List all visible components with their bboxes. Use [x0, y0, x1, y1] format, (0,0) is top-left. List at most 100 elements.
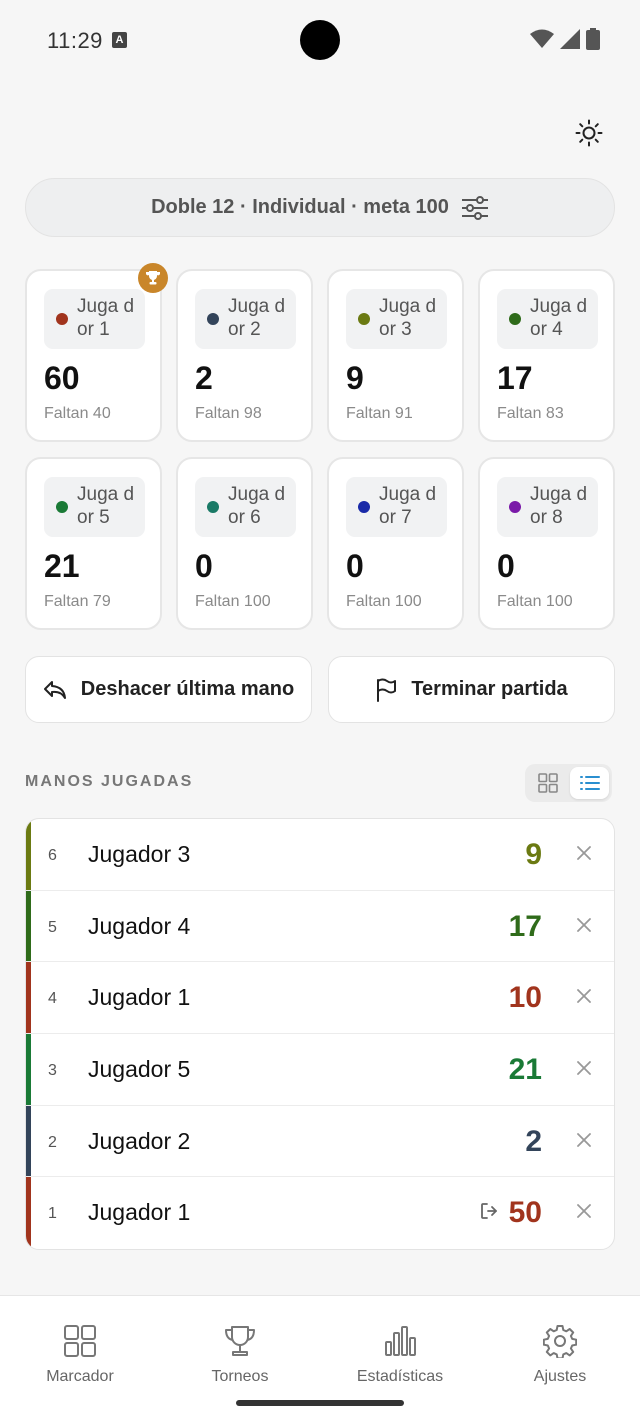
- hand-row[interactable]: 3 Jugador 5 21: [26, 1034, 614, 1106]
- undo-last-hand-button[interactable]: Deshacer última mano: [25, 656, 312, 723]
- delete-hand-button[interactable]: [574, 1201, 594, 1221]
- player-card[interactable]: Juga dor 7 0 Faltan 100: [327, 457, 464, 630]
- player-name: Juga dor 6: [228, 484, 286, 528]
- gear-icon: [543, 1325, 577, 1358]
- theme-toggle-button[interactable]: [568, 112, 610, 154]
- trophy-icon: [225, 1326, 255, 1356]
- player-remaining: Faltan 79: [44, 593, 111, 610]
- hand-row[interactable]: 5 Jugador 4 17: [26, 890, 614, 963]
- hand-color-bar: [26, 1105, 31, 1177]
- delete-hand-button[interactable]: [574, 843, 594, 863]
- hand-player: Jugador 3: [88, 841, 191, 867]
- grid-view-button[interactable]: [528, 767, 567, 799]
- hands-list: 6 Jugador 3 9 5 Jugador 4 17 4 Jugador 1…: [25, 818, 615, 1251]
- hand-row[interactable]: 4 Jugador 1 10: [26, 962, 614, 1035]
- player-name-box: Juga dor 5: [44, 477, 145, 537]
- finish-game-button[interactable]: Terminar partida: [328, 656, 615, 723]
- domino-closed-icon: [480, 1202, 498, 1225]
- nav-item-marcador[interactable]: Marcador: [0, 1296, 160, 1422]
- hand-player: Jugador 4: [88, 912, 191, 939]
- player-remaining: Faltan 98: [195, 405, 262, 422]
- finish-label: Terminar partida: [411, 678, 568, 700]
- player-name: Juga dor 4: [530, 296, 588, 340]
- battery-icon: [586, 28, 600, 50]
- hands-section-title: MANOS JUGADAS: [25, 773, 194, 790]
- close-icon: [577, 917, 591, 932]
- wifi-icon: [530, 29, 554, 48]
- hand-score: 10: [508, 981, 542, 1015]
- hand-number: 4: [48, 990, 57, 1008]
- bar-chart-icon: [385, 1326, 416, 1356]
- delete-hand-button[interactable]: [574, 1130, 594, 1150]
- grid-icon: [537, 773, 558, 793]
- system-icons: [530, 28, 600, 50]
- player-score: 21: [44, 548, 80, 584]
- hand-number: 3: [48, 1062, 57, 1080]
- hand-color-bar: [26, 819, 31, 890]
- undo-icon: [43, 680, 66, 699]
- hand-score: 21: [508, 1053, 542, 1087]
- player-remaining: Faltan 100: [497, 593, 573, 610]
- player-card[interactable]: Juga dor 5 21 Faltan 79: [25, 457, 162, 630]
- nav-label: Ajustes: [533, 1368, 587, 1385]
- hand-color-bar: [26, 890, 31, 962]
- signal-icon: [560, 29, 580, 49]
- hand-row[interactable]: 2 Jugador 2 2: [26, 1105, 614, 1178]
- nav-item-ajustes[interactable]: Ajustes: [480, 1296, 640, 1422]
- player-name: Juga dor 8: [530, 484, 588, 528]
- undo-label: Deshacer última mano: [80, 678, 295, 700]
- hand-score: 2: [525, 1124, 542, 1158]
- status-bar: 11:29 A: [0, 0, 640, 80]
- player-card[interactable]: Juga dor 6 0 Faltan 100: [176, 457, 313, 630]
- player-card[interactable]: Juga dor 3 9 Faltan 91: [327, 269, 464, 442]
- home-indicator[interactable]: [236, 1400, 404, 1406]
- player-card[interactable]: Juga dor 8 0 Faltan 100: [478, 457, 615, 630]
- player-name-box: Juga dor 6: [195, 477, 296, 537]
- hand-player: Jugador 2: [88, 1127, 191, 1154]
- player-score: 60: [44, 360, 80, 396]
- player-color-dot: [207, 313, 219, 325]
- close-icon: [577, 1132, 591, 1147]
- player-name-box: Juga dor 3: [346, 289, 447, 349]
- player-score: 17: [497, 360, 533, 396]
- close-icon: [577, 846, 591, 860]
- hand-score: 50: [508, 1196, 542, 1230]
- player-name: Juga dor 7: [379, 484, 437, 528]
- player-card[interactable]: Juga dor 1 60 Faltan 40: [25, 263, 168, 442]
- hand-row[interactable]: 1 Jugador 1 50: [26, 1177, 614, 1250]
- close-icon: [577, 1204, 591, 1219]
- player-name-box: Juga dor 8: [497, 477, 598, 537]
- player-name: Juga dor 3: [379, 296, 437, 340]
- player-remaining: Faltan 100: [195, 593, 271, 610]
- player-name: Juga dor 1: [77, 296, 135, 340]
- hand-color-bar: [26, 1034, 31, 1105]
- player-card[interactable]: Juga dor 2 2 Faltan 98: [176, 269, 313, 442]
- player-score: 2: [195, 360, 213, 396]
- sun-icon: [575, 119, 603, 147]
- close-icon: [577, 1061, 591, 1075]
- player-remaining: Faltan 40: [44, 405, 111, 422]
- sliders-icon: [461, 195, 488, 220]
- player-name-box: Juga dor 1: [44, 289, 145, 349]
- game-config-pill[interactable]: Doble 12 · Individual · meta 100: [25, 178, 615, 237]
- camera-cutout: [300, 20, 340, 60]
- hand-color-bar: [26, 962, 31, 1034]
- list-view-button[interactable]: [570, 767, 609, 799]
- nav-label: Torneos: [211, 1368, 269, 1385]
- player-score: 0: [346, 548, 364, 584]
- player-color-dot: [207, 501, 219, 513]
- hand-score: 17: [508, 909, 542, 943]
- player-name-box: Juga dor 4: [497, 289, 598, 349]
- hand-number: 5: [48, 918, 57, 936]
- player-name-box: Juga dor 2: [195, 289, 296, 349]
- hand-score: 9: [525, 838, 542, 871]
- hand-row[interactable]: 6 Jugador 3 9: [26, 819, 614, 891]
- delete-hand-button[interactable]: [574, 915, 594, 935]
- delete-hand-button[interactable]: [574, 986, 594, 1006]
- player-remaining: Faltan 91: [346, 405, 413, 422]
- nav-label: Marcador: [46, 1368, 114, 1385]
- close-icon: [577, 989, 591, 1004]
- hand-player: Jugador 5: [88, 1056, 191, 1083]
- player-card[interactable]: Juga dor 4 17 Faltan 83: [478, 269, 615, 442]
- delete-hand-button[interactable]: [574, 1058, 594, 1078]
